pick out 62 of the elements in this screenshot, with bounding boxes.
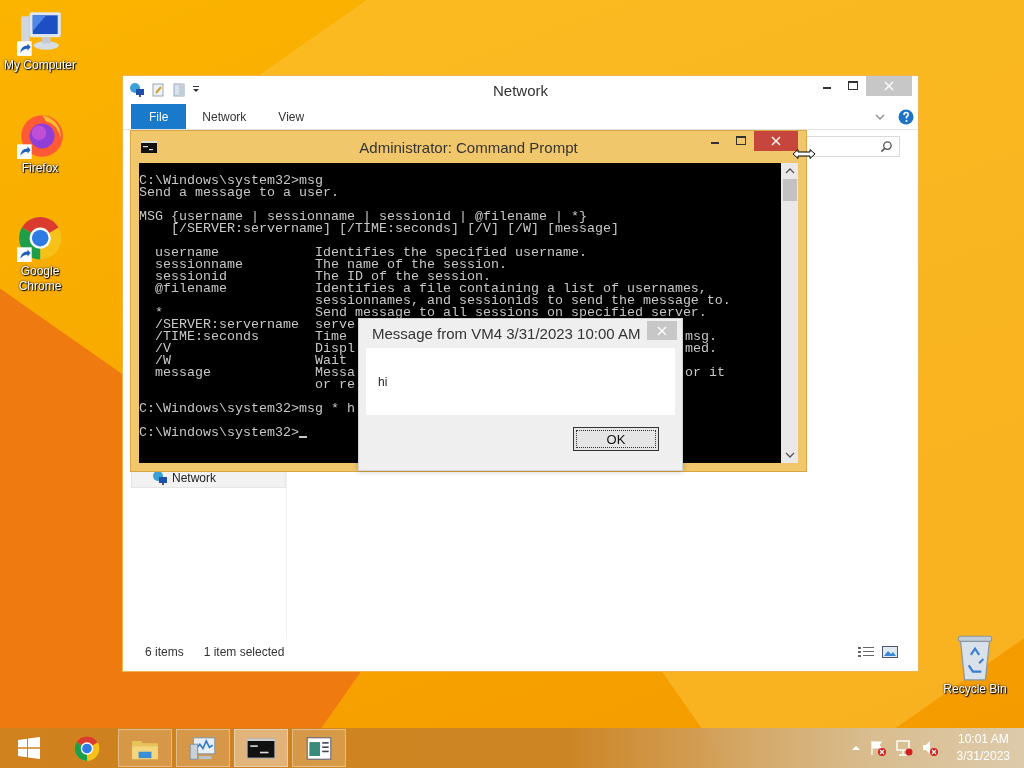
console-line: /SERVER:servername serve bbox=[154, 319, 355, 331]
taskbar-button[interactable] bbox=[234, 729, 288, 767]
console-line: Send a message to a user. bbox=[139, 187, 339, 199]
console-line: message Messa bbox=[154, 367, 355, 379]
selection-count: 1 item selected bbox=[203, 645, 285, 659]
window-title: Network bbox=[493, 82, 548, 99]
dialog-title: Message from VM4 3/31/2023 10:00 AM bbox=[372, 325, 641, 342]
console-prompt: C:\Windows\system32> bbox=[139, 427, 299, 439]
network-icon bbox=[152, 470, 168, 486]
clock-date: 3/31/2023 bbox=[956, 748, 1010, 765]
shortcut-label: Firefox bbox=[20, 161, 60, 176]
message-text: hi bbox=[378, 374, 388, 389]
item-count: 6 items bbox=[145, 645, 184, 659]
ribbon-tab[interactable]: Network bbox=[186, 104, 263, 129]
shortcut-label: My Computer bbox=[3, 58, 77, 73]
console-line: /TIME:seconds Time bbox=[154, 331, 347, 343]
console-line: msg. bbox=[685, 331, 717, 343]
console-line: C:\Windows\system32>msg bbox=[139, 175, 323, 187]
performance-monitor-icon bbox=[188, 734, 218, 762]
scrollbar[interactable] bbox=[781, 163, 798, 463]
clock-time: 10:01 AM bbox=[957, 731, 1009, 748]
thumbnail-view-icon[interactable] bbox=[882, 646, 898, 658]
shortcut-label: Recycle Bin bbox=[942, 682, 1008, 697]
shortcut-label: Google Chrome bbox=[17, 264, 63, 294]
close-icon bbox=[884, 81, 894, 91]
console-line: @filename Identifies a file containing a list of usernames, bbox=[154, 283, 707, 295]
window-title: Administrator: Command Prompt bbox=[359, 139, 578, 156]
console-line: [/SERVER:servername] [/TIME:seconds] [/V] [/W] [message] bbox=[170, 223, 619, 235]
ok-button[interactable]: OK bbox=[573, 427, 659, 451]
network-icon[interactable] bbox=[894, 739, 913, 757]
caret-icon[interactable] bbox=[192, 86, 200, 94]
console-line: sessionid The ID of the session. bbox=[154, 271, 491, 283]
ribbon-tab[interactable]: View bbox=[262, 104, 321, 129]
console-line: or re bbox=[313, 379, 355, 391]
help-icon[interactable] bbox=[898, 108, 914, 125]
console-line: med. bbox=[685, 343, 717, 355]
console-line: sessionname The name of the session. bbox=[154, 259, 507, 271]
close-icon bbox=[657, 325, 667, 336]
console-line: or it bbox=[685, 367, 725, 379]
console-line: MSG {username | sessionname | sessionid | @filename | *} bbox=[139, 211, 587, 223]
console-line: sessionnames, and sessionids to send the message to. bbox=[313, 295, 731, 307]
scroll-thumb[interactable] bbox=[782, 179, 797, 201]
search-icon bbox=[880, 139, 893, 153]
console-icon bbox=[141, 141, 157, 153]
chrome-icon bbox=[72, 734, 102, 762]
text-cursor bbox=[298, 436, 307, 438]
console-line: /W Wait bbox=[154, 355, 347, 367]
network-icon bbox=[129, 82, 145, 98]
details-view-icon[interactable] bbox=[858, 646, 874, 658]
console-line: username Identifies the specified username. bbox=[154, 247, 587, 259]
scroll-up-icon[interactable] bbox=[784, 167, 795, 175]
resize-cursor-icon bbox=[792, 148, 816, 160]
speaker-muted-icon[interactable] bbox=[920, 739, 939, 757]
flag-icon[interactable] bbox=[868, 739, 887, 757]
scroll-down-icon[interactable] bbox=[784, 451, 795, 459]
windows-logo-icon bbox=[17, 736, 41, 760]
console-line: /V Displ bbox=[154, 343, 355, 355]
document-window-icon bbox=[304, 734, 334, 762]
close-icon bbox=[771, 136, 781, 146]
ribbon-tab[interactable]: File bbox=[131, 104, 187, 129]
console-line: C:\Windows\system32>msg * h bbox=[139, 403, 355, 415]
console-line: * Send message to all sessions on specified server. bbox=[154, 307, 707, 319]
